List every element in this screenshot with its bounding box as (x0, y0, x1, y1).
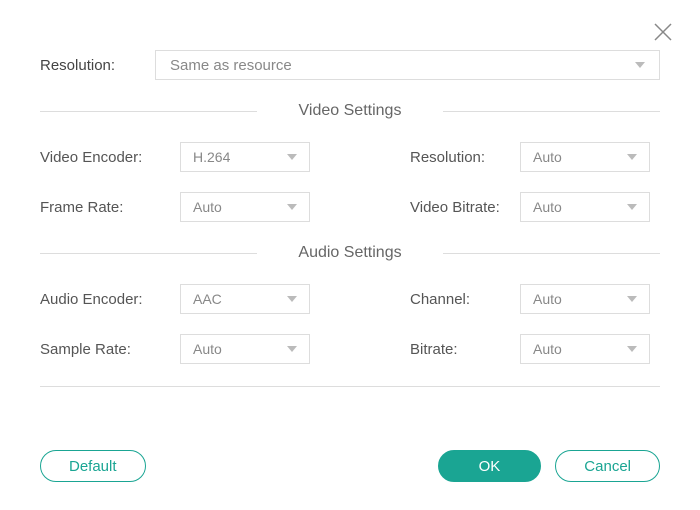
chevron-down-icon (287, 296, 297, 302)
audio-bitrate-dropdown[interactable]: Auto (520, 334, 650, 364)
audio-encoder-label: Audio Encoder: (40, 291, 180, 308)
video-bitrate-value: Auto (533, 199, 562, 215)
frame-rate-dropdown[interactable]: Auto (180, 192, 310, 222)
close-button[interactable] (651, 20, 675, 44)
default-button[interactable]: Default (40, 450, 146, 482)
top-resolution-label: Resolution: (40, 57, 155, 74)
chevron-down-icon (635, 62, 645, 68)
frame-rate-label: Frame Rate: (40, 199, 180, 216)
sample-rate-dropdown[interactable]: Auto (180, 334, 310, 364)
video-encoder-value: H.264 (193, 149, 230, 165)
video-resolution-dropdown[interactable]: Auto (520, 142, 650, 172)
audio-bitrate-label: Bitrate: (410, 341, 520, 358)
chevron-down-icon (627, 154, 637, 160)
chevron-down-icon (287, 346, 297, 352)
audio-encoder-dropdown[interactable]: AAC (180, 284, 310, 314)
video-settings-header: Video Settings (40, 102, 660, 120)
video-resolution-value: Auto (533, 149, 562, 165)
video-encoder-dropdown[interactable]: H.264 (180, 142, 310, 172)
top-resolution-value: Same as resource (170, 57, 292, 74)
cancel-button[interactable]: Cancel (555, 450, 660, 482)
channel-dropdown[interactable]: Auto (520, 284, 650, 314)
audio-encoder-value: AAC (193, 291, 222, 307)
frame-rate-value: Auto (193, 199, 222, 215)
close-icon (651, 31, 675, 47)
top-resolution-dropdown[interactable]: Same as resource (155, 50, 660, 80)
ok-button[interactable]: OK (438, 450, 542, 482)
footer-divider (40, 386, 660, 387)
audio-bitrate-value: Auto (533, 341, 562, 357)
video-encoder-label: Video Encoder: (40, 149, 180, 166)
chevron-down-icon (627, 204, 637, 210)
chevron-down-icon (627, 296, 637, 302)
chevron-down-icon (287, 204, 297, 210)
chevron-down-icon (287, 154, 297, 160)
sample-rate-label: Sample Rate: (40, 341, 180, 358)
sample-rate-value: Auto (193, 341, 222, 357)
video-bitrate-label: Video Bitrate: (410, 199, 520, 216)
video-resolution-label: Resolution: (410, 149, 520, 166)
chevron-down-icon (627, 346, 637, 352)
audio-settings-header: Audio Settings (40, 244, 660, 262)
channel-value: Auto (533, 291, 562, 307)
video-bitrate-dropdown[interactable]: Auto (520, 192, 650, 222)
channel-label: Channel: (410, 291, 520, 308)
